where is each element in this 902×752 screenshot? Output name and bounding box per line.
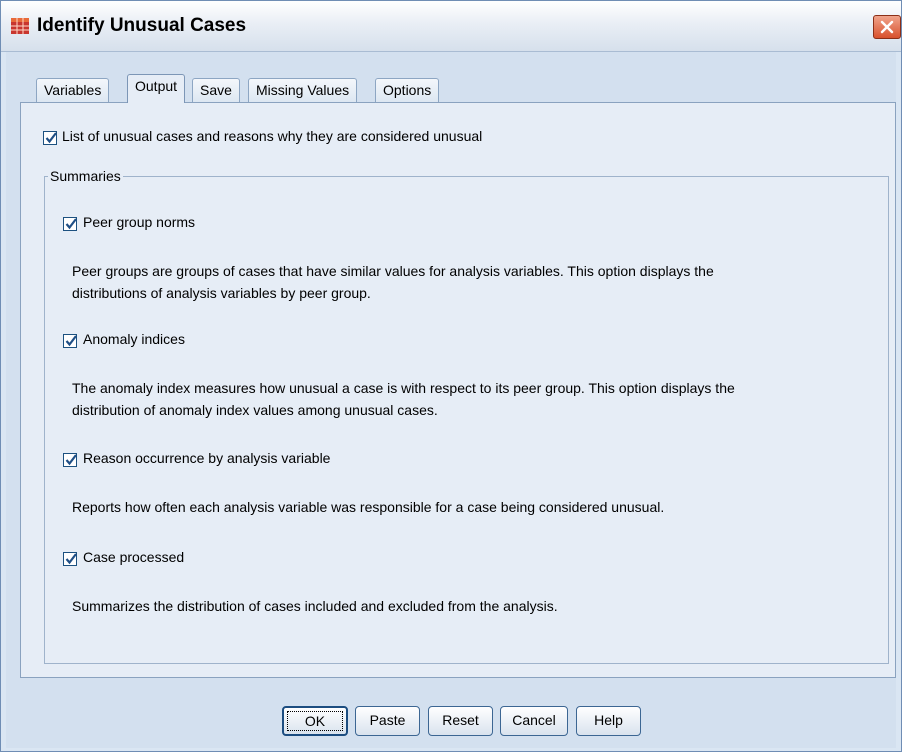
checkmark-icon — [65, 335, 77, 347]
reason-occurrence-checkbox[interactable] — [63, 453, 77, 467]
window-title: Identify Unusual Cases — [37, 15, 247, 36]
description-line: Peer groups are groups of cases that hav… — [72, 263, 714, 279]
close-button[interactable] — [873, 15, 901, 39]
close-icon — [880, 20, 894, 34]
peer-group-norms-checkbox[interactable] — [63, 217, 77, 231]
description-line: Summarizes the distribution of cases inc… — [72, 598, 558, 614]
cancel-button[interactable]: Cancel — [500, 706, 568, 736]
anomaly-indices-checkbox[interactable] — [63, 334, 77, 348]
tab-options[interactable]: Options — [375, 78, 440, 102]
description-line: distribution of anomaly index values amo… — [72, 402, 438, 418]
list-unusual-label[interactable]: List of unusual cases and reasons why th… — [62, 128, 482, 144]
spss-grid-icon — [11, 18, 29, 34]
tab-missing-values[interactable]: Missing Values — [248, 78, 358, 102]
ok-button[interactable]: OK — [282, 706, 348, 736]
peer-group-norms-label[interactable]: Peer group norms — [83, 214, 195, 230]
paste-button[interactable]: Paste — [355, 706, 420, 736]
reset-button[interactable]: Reset — [428, 706, 493, 736]
title-bar[interactable]: Identify Unusual Cases — [1, 1, 901, 52]
case-processed-checkbox[interactable] — [63, 552, 77, 566]
case-processed-description: Summarizes the distribution of cases inc… — [72, 595, 872, 617]
tab-output[interactable]: Output — [127, 74, 186, 103]
help-button[interactable]: Help — [576, 706, 641, 736]
summaries-legend: Summaries — [48, 168, 123, 184]
peer-group-norms-description: Peer groups are groups of cases that hav… — [72, 260, 872, 304]
case-processed-label[interactable]: Case processed — [83, 549, 184, 565]
checkmark-icon — [45, 132, 57, 144]
ok-button-label: OK — [304, 713, 326, 729]
anomaly-indices-label[interactable]: Anomaly indices — [83, 331, 185, 347]
anomaly-indices-description: The anomaly index measures how unusual a… — [72, 377, 872, 421]
tab-save[interactable]: Save — [192, 78, 240, 102]
checkmark-icon — [65, 218, 77, 230]
description-line: distributions of analysis variables by p… — [72, 285, 371, 301]
reason-occurrence-label[interactable]: Reason occurrence by analysis variable — [83, 450, 330, 466]
checkmark-icon — [65, 553, 77, 565]
checkmark-icon — [65, 454, 77, 466]
tab-variables[interactable]: Variables — [36, 78, 110, 102]
description-line: The anomaly index measures how unusual a… — [72, 380, 735, 396]
reason-occurrence-description: Reports how often each analysis variable… — [72, 496, 872, 518]
list-unusual-checkbox[interactable] — [43, 131, 57, 145]
description-line: Reports how often each analysis variable… — [72, 499, 665, 515]
